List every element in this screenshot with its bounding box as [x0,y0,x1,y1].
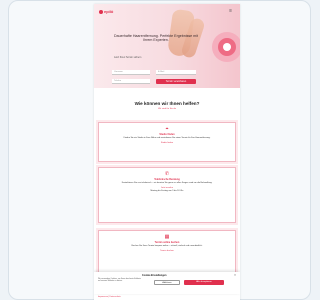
cookie-title: Cookie-Einstellungen [142,274,167,277]
help-card-phone: ✆ Telefonische Beratung Kontaktieren Sie… [98,167,236,223]
hero-subtitle: Jetzt Ihren Termin sichern [114,56,142,59]
hero-section: epilō ≡ Dauerhafte Haarentfernung. Perfe… [94,4,240,88]
card-link[interactable]: Termin buchen [99,249,235,252]
help-card-studio: ⌖ Studio finden Finden Sie ein Studio in… [98,122,236,162]
calendar-icon: ▦ [164,234,170,240]
book-appointment-button[interactable]: Termin vereinbaren [156,79,196,84]
hero-title: Dauerhafte Haarentfernung. Perfekte Erge… [114,34,198,43]
card-link[interactable]: Studio finden [99,141,235,144]
section-subtitle: Wir sind für Sie da [158,108,176,110]
logo-text: epilō [104,9,114,14]
phone-field[interactable]: Telefon [112,79,150,84]
name-field[interactable]: Vorname [112,70,150,75]
section-title: Wie können wir Ihnen helfen? [134,101,200,106]
accept-cookies-button[interactable]: Alle akzeptieren [184,280,224,285]
landing-page: epilō ≡ Dauerhafte Haarentfernung. Perfe… [94,4,240,300]
logo[interactable]: epilō [99,9,113,14]
decline-cookies-button[interactable]: Ablehnen [154,280,180,285]
email-field[interactable]: E-Mail [156,70,196,75]
card-hours: Montag bis Freitag von 9 bis 18 Uhr [150,189,184,192]
map-pin-icon: ⌖ [165,126,169,132]
close-icon[interactable]: × [234,273,236,277]
cookie-description: Wir verwenden Cookies, um Ihnen das best… [98,278,141,283]
menu-icon[interactable]: ≡ [229,8,232,14]
cookie-banner: Cookie-Einstellungen × Wir verwenden Coo… [94,272,240,294]
phone-icon: ✆ [164,171,170,177]
footer-link[interactable]: Impressum | Datenschutz [98,296,121,298]
logo-mark-icon [99,9,103,14]
target-ring-center [223,43,231,51]
